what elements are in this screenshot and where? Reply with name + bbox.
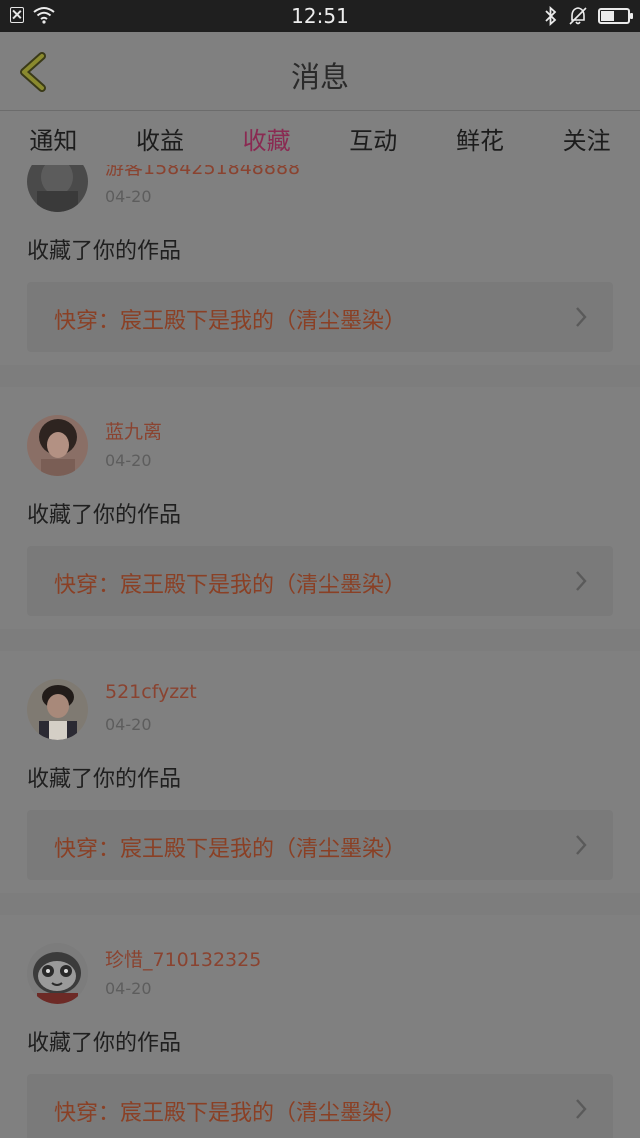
work-link[interactable]: 快穿：宸王殿下是我的（清尘墨染）	[27, 1074, 613, 1138]
list-item: 521cfyzzt 04-20 收藏了你的作品 快穿：宸王殿下是我的（清尘墨染）	[0, 651, 640, 893]
username[interactable]: 游客15842518​48888	[105, 165, 300, 180]
message-text: 收藏了你的作品	[27, 767, 182, 792]
chevron-right-icon	[576, 307, 587, 327]
message-feed[interactable]: 游客15842518​48888 04-20 收藏了你的作品 快穿：宸王殿下是我…	[0, 165, 640, 1138]
list-item: 蓝九离 04-20 收藏了你的作品 快穿：宸王殿下是我的（清尘墨染）	[0, 387, 640, 629]
avatar[interactable]	[27, 165, 88, 212]
tab-notifications[interactable]: 通知	[25, 121, 81, 156]
tab-interactions[interactable]: 互动	[345, 121, 401, 156]
work-link[interactable]: 快穿：宸王殿下是我的（清尘墨染）	[27, 282, 613, 352]
page-title: 消息	[290, 60, 349, 94]
message-date: 04-20	[105, 979, 152, 998]
battery-icon	[598, 8, 633, 24]
work-link[interactable]: 快穿：宸王殿下是我的（清尘墨染）	[27, 810, 613, 880]
message-text: 收藏了你的作品	[27, 503, 182, 528]
bluetooth-icon	[545, 6, 557, 26]
tab-bar: 通知 收益 收藏 互动 鲜花 关注	[0, 111, 640, 165]
chevron-right-icon	[576, 571, 587, 591]
list-item: 游客15842518​48888 04-20 收藏了你的作品 快穿：宸王殿下是我…	[0, 165, 640, 365]
message-text: 收藏了你的作品	[27, 239, 182, 264]
status-bar: 12:51	[0, 0, 640, 32]
avatar[interactable]	[27, 943, 88, 1004]
avatar[interactable]	[27, 679, 88, 740]
tab-favorites[interactable]: 收藏	[239, 121, 295, 156]
work-title: 快穿：宸王殿下是我的（清尘墨染）	[54, 1101, 407, 1126]
message-text: 收藏了你的作品	[27, 1031, 182, 1056]
silent-bell-icon	[569, 7, 587, 25]
username[interactable]: 珍惜_710132325	[105, 945, 261, 972]
work-title: 快穿：宸王殿下是我的（清尘墨染）	[54, 309, 407, 334]
tab-flowers[interactable]: 鲜花	[452, 121, 508, 156]
message-date: 04-20	[105, 451, 152, 470]
chevron-right-icon	[576, 835, 587, 855]
message-date: 04-20	[105, 715, 152, 734]
tab-earnings[interactable]: 收益	[132, 121, 188, 156]
work-title: 快穿：宸王殿下是我的（清尘墨染）	[54, 837, 407, 862]
work-link[interactable]: 快穿：宸王殿下是我的（清尘墨染）	[27, 546, 613, 616]
username[interactable]: 蓝九离	[105, 417, 162, 444]
nav-bar: 消息	[0, 32, 640, 111]
list-item: 珍惜_710132325 04-20 收藏了你的作品 快穿：宸王殿下是我的（清尘…	[0, 915, 640, 1138]
message-date: 04-20	[105, 187, 152, 206]
work-title: 快穿：宸王殿下是我的（清尘墨染）	[54, 573, 407, 598]
username[interactable]: 521cfyzzt	[105, 681, 197, 703]
chevron-right-icon	[576, 1099, 587, 1119]
avatar[interactable]	[27, 415, 88, 476]
tab-follows[interactable]: 关注	[559, 121, 615, 156]
